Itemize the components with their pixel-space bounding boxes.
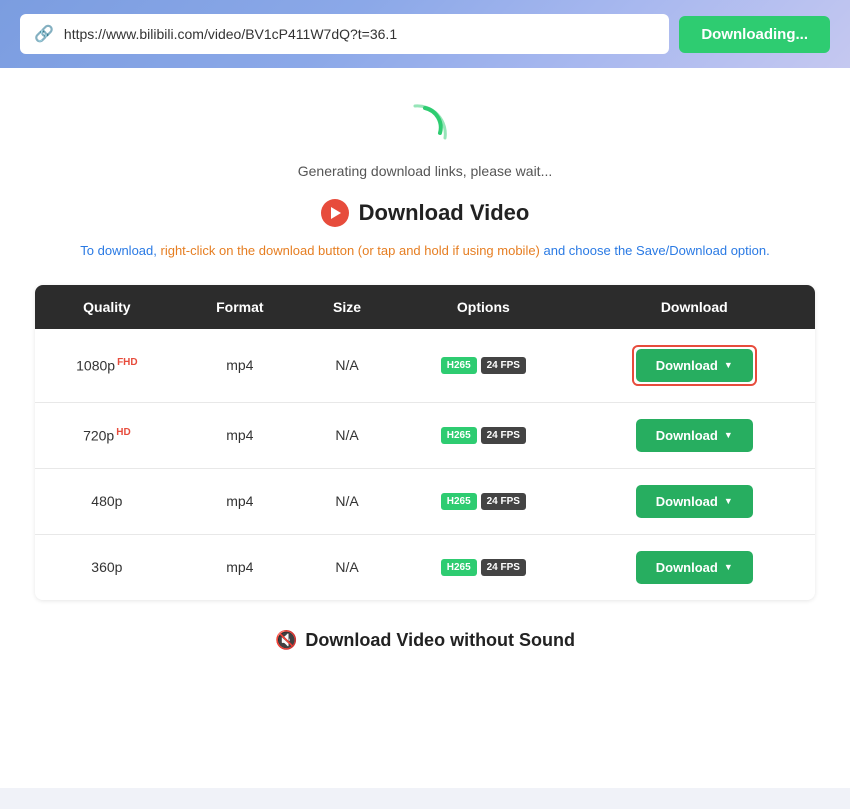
codec-badge: H265 [441,357,477,374]
fps-badge: 24 FPS [481,357,526,374]
chevron-down-icon: ▼ [724,496,733,506]
quality-cell: 480p [35,468,179,534]
quality-cell: 720pHD [35,402,179,468]
options-cell: H26524 FPS [393,534,573,600]
options-cell: H26524 FPS [393,402,573,468]
speaker-muted-icon: 🔇 [275,630,297,651]
download-button[interactable]: Download ▼ [636,419,753,452]
no-sound-section: 🔇 Download Video without Sound [20,630,830,651]
table-row: 720pHDmp4N/AH26524 FPSDownload ▼ [35,402,815,468]
download-video-title: Download Video [359,200,530,226]
format-cell: mp4 [179,468,301,534]
table-header: Quality Format Size Options Download [35,285,815,329]
download-button[interactable]: Download ▼ [636,551,753,584]
size-cell: N/A [301,329,393,403]
top-bar: 🔗 https://www.bilibili.com/video/BV1cP41… [0,0,850,68]
col-format: Format [179,285,301,329]
url-box: 🔗 https://www.bilibili.com/video/BV1cP41… [20,14,669,54]
size-cell: N/A [301,468,393,534]
size-cell: N/A [301,402,393,468]
quality-badge: FHD [117,357,138,368]
download-cell: Download ▼ [574,402,815,468]
spinner-text: Generating download links, please wait..… [298,163,552,179]
download-cell: Download ▼ [574,468,815,534]
format-cell: mp4 [179,402,301,468]
download-cell: Download ▼ [574,534,815,600]
download-button-highlighted: Download ▼ [632,345,757,386]
quality-badge: HD [116,427,130,438]
loading-spinner [400,98,450,148]
info-text: To download, right-click on the download… [20,241,830,261]
fps-badge: 24 FPS [481,559,526,576]
link-icon: 🔗 [34,24,54,44]
table-row: 1080pFHDmp4N/AH26524 FPSDownload ▼ [35,329,815,403]
url-display: https://www.bilibili.com/video/BV1cP411W… [64,26,655,42]
options-cell: H26524 FPS [393,468,573,534]
play-icon [321,199,349,227]
chevron-down-icon: ▼ [724,430,733,440]
downloading-button[interactable]: Downloading... [679,16,830,53]
fps-badge: 24 FPS [481,427,526,444]
download-button[interactable]: Download ▼ [636,349,753,382]
size-cell: N/A [301,534,393,600]
spinner-area: Generating download links, please wait..… [20,98,830,179]
options-cell: H26524 FPS [393,329,573,403]
format-cell: mp4 [179,534,301,600]
table-row: 360pmp4N/AH26524 FPSDownload ▼ [35,534,815,600]
codec-badge: H265 [441,559,477,576]
info-text-highlight: right-click on the download button (or t… [161,243,540,258]
chevron-down-icon: ▼ [724,360,733,370]
col-options: Options [393,285,573,329]
table-row: 480pmp4N/AH26524 FPSDownload ▼ [35,468,815,534]
main-content: Generating download links, please wait..… [0,68,850,788]
quality-cell: 360p [35,534,179,600]
col-size: Size [301,285,393,329]
quality-cell: 1080pFHD [35,329,179,403]
download-cell: Download ▼ [574,329,815,403]
chevron-down-icon: ▼ [724,562,733,572]
download-table: Quality Format Size Options Download 108… [35,285,815,600]
format-cell: mp4 [179,329,301,403]
codec-badge: H265 [441,427,477,444]
no-sound-title: Download Video without Sound [305,630,575,651]
col-quality: Quality [35,285,179,329]
table-body: 1080pFHDmp4N/AH26524 FPSDownload ▼720pHD… [35,329,815,600]
fps-badge: 24 FPS [481,493,526,510]
codec-badge: H265 [441,493,477,510]
download-title-row: Download Video [20,199,830,227]
col-download: Download [574,285,815,329]
download-button[interactable]: Download ▼ [636,485,753,518]
